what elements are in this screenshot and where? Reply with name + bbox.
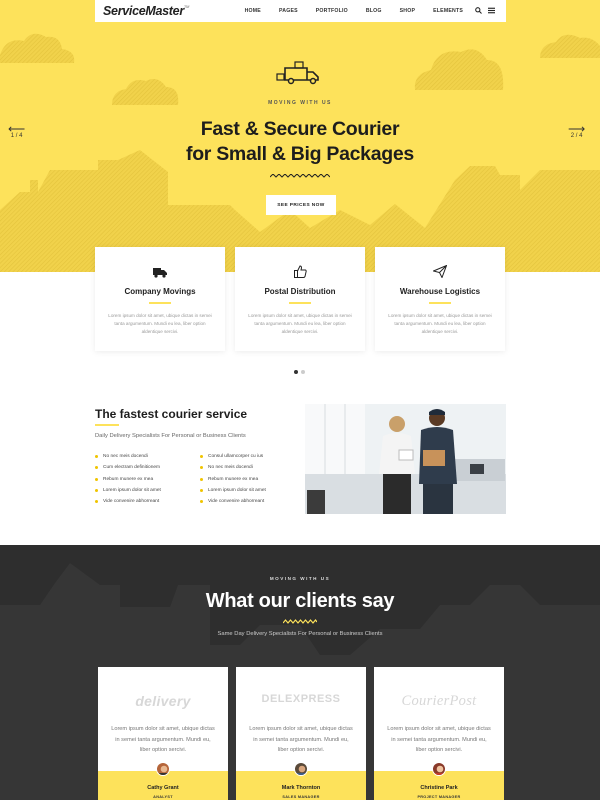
testimonial-footer: Christine Park PROJECT MANAGER [374, 762, 504, 800]
zigzag-divider-icon [269, 173, 331, 178]
testimonials-title: What our clients say [205, 590, 395, 612]
client-logo: DELEXPRESS [261, 693, 341, 705]
top-navbar: ServiceMasterTM HOME PAGES PORTFOLIO BLO… [95, 0, 506, 22]
search-icon[interactable] [472, 6, 485, 16]
avatar [432, 762, 446, 776]
avatar [294, 762, 308, 776]
client-role: SALES MANAGER [282, 795, 320, 799]
testimonial-card: delivery Lorem ipsum dolor sit amet, ubi… [98, 667, 228, 800]
courier-office-photo [305, 404, 506, 514]
list-item: Lorem ipsum dolor sit amet [95, 488, 200, 493]
list-item: Rebum munere ex mea [95, 477, 200, 482]
site-logo[interactable]: ServiceMasterTM [103, 4, 189, 18]
client-name: Cathy Grant [147, 785, 179, 791]
thumbs-up-icon [235, 265, 365, 279]
testimonial-text: Lorem ipsum dolor sit amet, ubique dicta… [111, 726, 215, 753]
service-text: Lorem ipsum dolor sit amet, ubique dicta… [248, 313, 352, 334]
testimonials-eyebrow: MOVING WITH US [269, 576, 331, 581]
service-card[interactable]: Warehouse Logistics Lorem ipsum dolor si… [375, 247, 505, 351]
nav-item-blog[interactable]: BLOG [357, 8, 391, 14]
client-logo: CourierPost [401, 693, 477, 709]
client-logo: delivery [135, 693, 191, 709]
feature-subtitle: Daily Delivery Specialists For Personal … [95, 433, 246, 439]
testimonial-cards: delivery Lorem ipsum dolor sit amet, ubi… [98, 667, 504, 800]
client-role: ANALYST [153, 795, 173, 799]
list-item: Cum electram definitionem [95, 465, 200, 470]
main-menu: HOME PAGES PORTFOLIO BLOG SHOP ELEMENTS [236, 6, 498, 16]
list-item: No nec meis docendi [200, 465, 295, 470]
nav-item-portfolio[interactable]: PORTFOLIO [307, 8, 357, 14]
nav-item-pages[interactable]: PAGES [270, 8, 307, 14]
list-item: Vide convenire abhorreant [95, 499, 200, 504]
carousel-dot[interactable] [301, 370, 305, 374]
hero-title: Fast & Secure Courier for Small & Big Pa… [186, 118, 414, 165]
accent-underline [149, 302, 171, 304]
testimonial-text: Lorem ipsum dolor sit amet, ubique dicta… [387, 726, 491, 753]
service-card[interactable]: Postal Distribution Lorem ipsum dolor si… [235, 247, 365, 351]
service-text: Lorem ipsum dolor sit amet, ubique dicta… [388, 313, 492, 334]
accent-underline [429, 302, 451, 304]
list-item: Lorem ipsum dolor sit amet [200, 488, 295, 493]
list-item: No nec meis docendi [95, 454, 200, 459]
truck-icon [95, 265, 225, 279]
hero-section: ServiceMasterTM HOME PAGES PORTFOLIO BLO… [0, 0, 600, 272]
list-item: Vide convenire abhorreant [200, 499, 295, 504]
testimonial-card: DELEXPRESS Lorem ipsum dolor sit amet, u… [236, 667, 366, 800]
accent-underline [95, 424, 119, 426]
testimonials-subtitle: Same Day Delivery Specialists For Person… [217, 631, 383, 637]
testimonial-text: Lorem ipsum dolor sit amet, ubique dicta… [249, 726, 353, 753]
hero-content: MOVING WITH US Fast & Secure Courier for… [0, 58, 600, 185]
zigzag-divider-icon [283, 619, 317, 624]
client-name: Mark Thornton [281, 785, 321, 791]
accent-underline [289, 302, 311, 304]
service-title: Postal Distribution [264, 287, 336, 296]
testimonial-footer: Mark Thornton SALES MANAGER [236, 762, 366, 800]
service-text: Lorem ipsum dolor sit amet, ubique dicta… [108, 313, 212, 334]
avatar [156, 762, 170, 776]
nav-item-elements[interactable]: ELEMENTS [424, 8, 472, 14]
carousel-dot-active[interactable] [294, 370, 298, 374]
list-item: Rebum munere ex mea [200, 477, 295, 482]
client-role: PROJECT MANAGER [417, 795, 461, 799]
testimonial-footer: Cathy Grant ANALYST [98, 762, 228, 800]
client-name: Christine Park [420, 785, 458, 791]
feature-list: No nec meis docendi Consul ullamcorper c… [95, 454, 295, 504]
service-title: Company Movings [124, 287, 196, 296]
list-item: Consul ullamcorper cu ius [200, 454, 295, 459]
nav-item-home[interactable]: HOME [236, 8, 270, 14]
delivery-truck-icon [273, 60, 329, 88]
services-row: Company Movings Lorem ipsum dolor sit am… [95, 247, 506, 351]
see-prices-button[interactable]: SEE PRICES NOW [266, 195, 336, 215]
service-title: Warehouse Logistics [399, 287, 481, 296]
paper-plane-icon [375, 264, 505, 279]
nav-item-shop[interactable]: SHOP [391, 8, 425, 14]
menu-icon[interactable] [485, 7, 498, 16]
feature-title: The fastest courier service [95, 407, 248, 421]
hero-eyebrow: MOVING WITH US [268, 100, 332, 106]
service-card[interactable]: Company Movings Lorem ipsum dolor sit am… [95, 247, 225, 351]
carousel-dots [294, 370, 305, 374]
testimonials-section: MOVING WITH US What our clients say Same… [0, 545, 600, 800]
testimonial-card: CourierPost Lorem ipsum dolor sit amet, … [374, 667, 504, 800]
